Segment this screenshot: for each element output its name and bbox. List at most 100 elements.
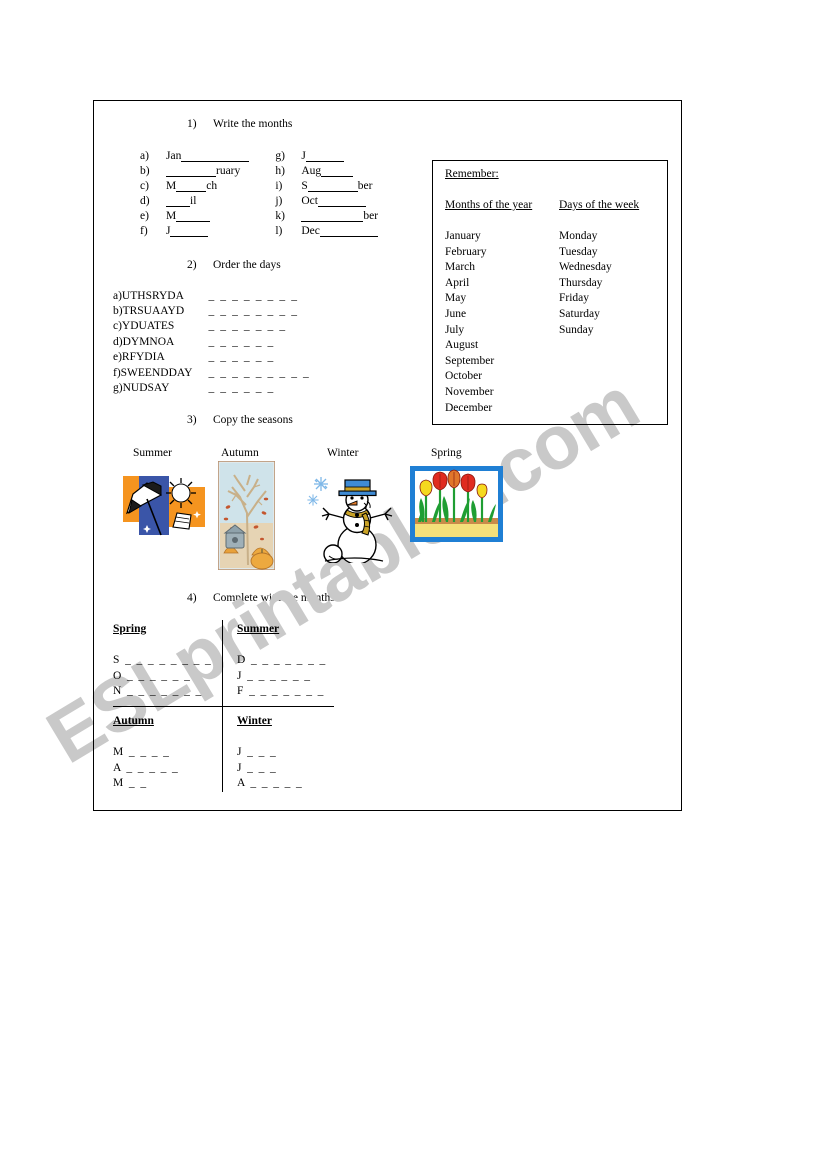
ex4-lines-autumn: M _ _ _ _ A _ _ _ _ _ M _ _: [113, 745, 179, 792]
answer-blank-dashes[interactable]: _ _ _ _ _ _ _ _: [208, 303, 310, 318]
scrambled-day-row: a)UTHSRYDA _ _ _ _ _ _ _ _: [113, 288, 310, 303]
month-answer-line[interactable]: F _ _ _ _ _ _ _: [237, 684, 327, 700]
month-blank-field[interactable]: Aug: [301, 163, 404, 178]
answer-blank-line[interactable]: [317, 195, 366, 207]
scrambled-days-table: a)UTHSRYDA _ _ _ _ _ _ _ _ b)TRSUAAYD _ _ _…: [113, 288, 310, 396]
month-answer-line[interactable]: A _ _ _ _ _: [113, 761, 179, 777]
season-label-autumn: Autumn: [221, 447, 259, 459]
answer-blank-dashes[interactable]: _ _ _ _ _ _ _: [208, 319, 310, 334]
suffix-text: ber: [357, 180, 373, 192]
month-blank-field[interactable]: Dec: [301, 223, 404, 238]
scrambled-word: c)YDUATES: [113, 320, 175, 333]
month-blank-field[interactable]: ber: [301, 208, 404, 223]
ex4-lines-spring: S _ _ _ _ _ _ _ _ O _ _ _ _ _ _ N _ _ _ _ …: [113, 653, 212, 700]
months-item: January: [445, 230, 481, 242]
month-blank-field[interactable]: Sber: [301, 178, 404, 193]
answer-blank-line[interactable]: [181, 150, 250, 162]
answer-blank-line[interactable]: [176, 210, 211, 222]
month-blank-field[interactable]: J: [166, 223, 275, 238]
month-answer-line[interactable]: M _ _: [113, 776, 179, 792]
days-item: Sunday: [559, 323, 594, 336]
answer-blank-line[interactable]: [321, 165, 354, 177]
item-label: d): [140, 195, 150, 207]
scrambled-word: e)RFYDIA: [113, 351, 165, 364]
snowman-snowflake-icon: [303, 470, 398, 565]
prefix-text: Oct: [301, 195, 318, 207]
scrambled-word: d)DYMNOA: [113, 335, 175, 348]
item-label: c): [140, 180, 149, 192]
month-answer-line[interactable]: O _ _ _ _ _ _: [113, 669, 212, 685]
month-blank-field[interactable]: J: [301, 148, 404, 163]
answer-blank-dashes[interactable]: _ _ _ _ _ _: [208, 380, 310, 395]
month-answer-line[interactable]: J _ _ _: [237, 745, 303, 761]
beach-umbrella-sun-icon: [117, 473, 209, 550]
item-label: e): [140, 210, 149, 222]
months-blank-row: f) Jl) Dec: [140, 223, 404, 238]
item-label: k): [275, 210, 285, 222]
month-blank-field[interactable]: Oct: [301, 193, 404, 208]
scrambled-day-row: b)TRSUAAYD _ _ _ _ _ _ _ _: [113, 303, 310, 318]
item-label: h): [275, 165, 285, 177]
answer-blank-dashes[interactable]: _ _ _ _ _ _: [208, 334, 310, 349]
days-item: Friday: [559, 292, 590, 305]
months-item: November: [445, 385, 494, 398]
prefix-text: M: [166, 180, 177, 192]
answer-blank-line[interactable]: [166, 195, 190, 207]
scrambled-day-row: e)RFYDIA _ _ _ _ _ _: [113, 350, 310, 365]
item-label: a): [140, 150, 149, 162]
months-blank-row: e) Mk) ber: [140, 208, 404, 223]
month-answer-line[interactable]: J _ _ _: [237, 761, 303, 777]
season-label-summer: Summer: [133, 447, 172, 459]
answer-blank-line[interactable]: [166, 165, 216, 177]
scrambled-word: g)NUDSAY: [113, 382, 170, 395]
item-label: g): [275, 150, 285, 162]
answer-blank-dashes[interactable]: _ _ _ _ _ _ _ _: [208, 288, 310, 303]
ex4-cell-winter: Winter J _ _ _ J _ _ _ A _ _ _ _ _: [237, 715, 303, 792]
months-item: September: [445, 354, 495, 367]
months-list: January February March April May June July Augu…: [445, 229, 494, 416]
month-answer-line[interactable]: D _ _ _ _ _ _ _: [237, 653, 327, 669]
autumn-tree-pumpkin-icon: [217, 460, 276, 571]
month-blank-field[interactable]: ruary: [166, 163, 275, 178]
days-list: Monday Tuesday Wednesday Thursday Friday Satu…: [559, 229, 612, 338]
answer-blank-line[interactable]: [319, 225, 378, 237]
ex4-heading-summer: Summer: [237, 623, 280, 635]
answer-blank-dashes[interactable]: _ _ _ _ _ _: [208, 350, 310, 365]
ex4-cell-autumn: Autumn M _ _ _ _ A _ _ _ _ _ M _ _: [113, 715, 179, 792]
month-answer-line[interactable]: S _ _ _ _ _ _ _ _: [113, 653, 212, 669]
suffix-text: ber: [363, 210, 379, 222]
scrambled-word: f)SWEENDDAY: [113, 366, 193, 379]
answer-blank-line[interactable]: [305, 150, 344, 162]
answer-blank-line[interactable]: [170, 225, 209, 237]
months-item: March: [445, 261, 476, 274]
remember-title: Remember:: [445, 168, 499, 180]
answer-blank-dashes[interactable]: _ _ _ _ _ _ _ _ _: [208, 365, 310, 380]
exercise-1-months-blanks: a) Jan g) Jb) ruary h) Aug c) Mch i) Sber d) il j) Oct…: [140, 148, 404, 238]
answer-blank-line[interactable]: [176, 180, 207, 192]
answer-blank-line[interactable]: [307, 180, 358, 192]
scrambled-day-row: c)YDUATES _ _ _ _ _ _ _: [113, 319, 310, 334]
scrambled-day-row: d)DYMNOA _ _ _ _ _ _: [113, 334, 310, 349]
scrambled-day-row: g)NUDSAY _ _ _ _ _ _: [113, 380, 310, 395]
season-label-winter: Winter: [327, 447, 359, 459]
item-label: b): [140, 165, 150, 177]
month-answer-line[interactable]: M _ _ _ _: [113, 745, 179, 761]
month-blank-field[interactable]: il: [166, 193, 275, 208]
month-answer-line[interactable]: A _ _ _ _ _: [237, 776, 303, 792]
month-blank-field[interactable]: M: [166, 208, 275, 223]
answer-blank-line[interactable]: [301, 210, 364, 222]
prefix-text: M: [166, 210, 177, 222]
ex4-heading-spring: Spring: [113, 623, 147, 635]
season-label-spring: Spring: [431, 447, 462, 459]
scrambled-day-row: f)SWEENDDAY _ _ _ _ _ _ _ _ _: [113, 365, 310, 380]
month-blank-field[interactable]: Jan: [166, 148, 275, 163]
month-answer-line[interactable]: N _ _ _ _ _ _ _: [113, 684, 212, 700]
item-label: l): [275, 225, 283, 237]
month-blank-field[interactable]: Mch: [166, 178, 275, 193]
month-answer-line[interactable]: J _ _ _ _ _ _: [237, 669, 327, 685]
months-blank-row: c) Mch i) Sber: [140, 178, 404, 193]
prefix-text: Jan: [166, 150, 182, 162]
days-item: Wednesday: [559, 261, 612, 274]
months-blank-row: d) il j) Oct: [140, 193, 404, 208]
ex4-cell-spring: Spring S _ _ _ _ _ _ _ _ O _ _ _ _ _ _ N _…: [113, 623, 212, 700]
